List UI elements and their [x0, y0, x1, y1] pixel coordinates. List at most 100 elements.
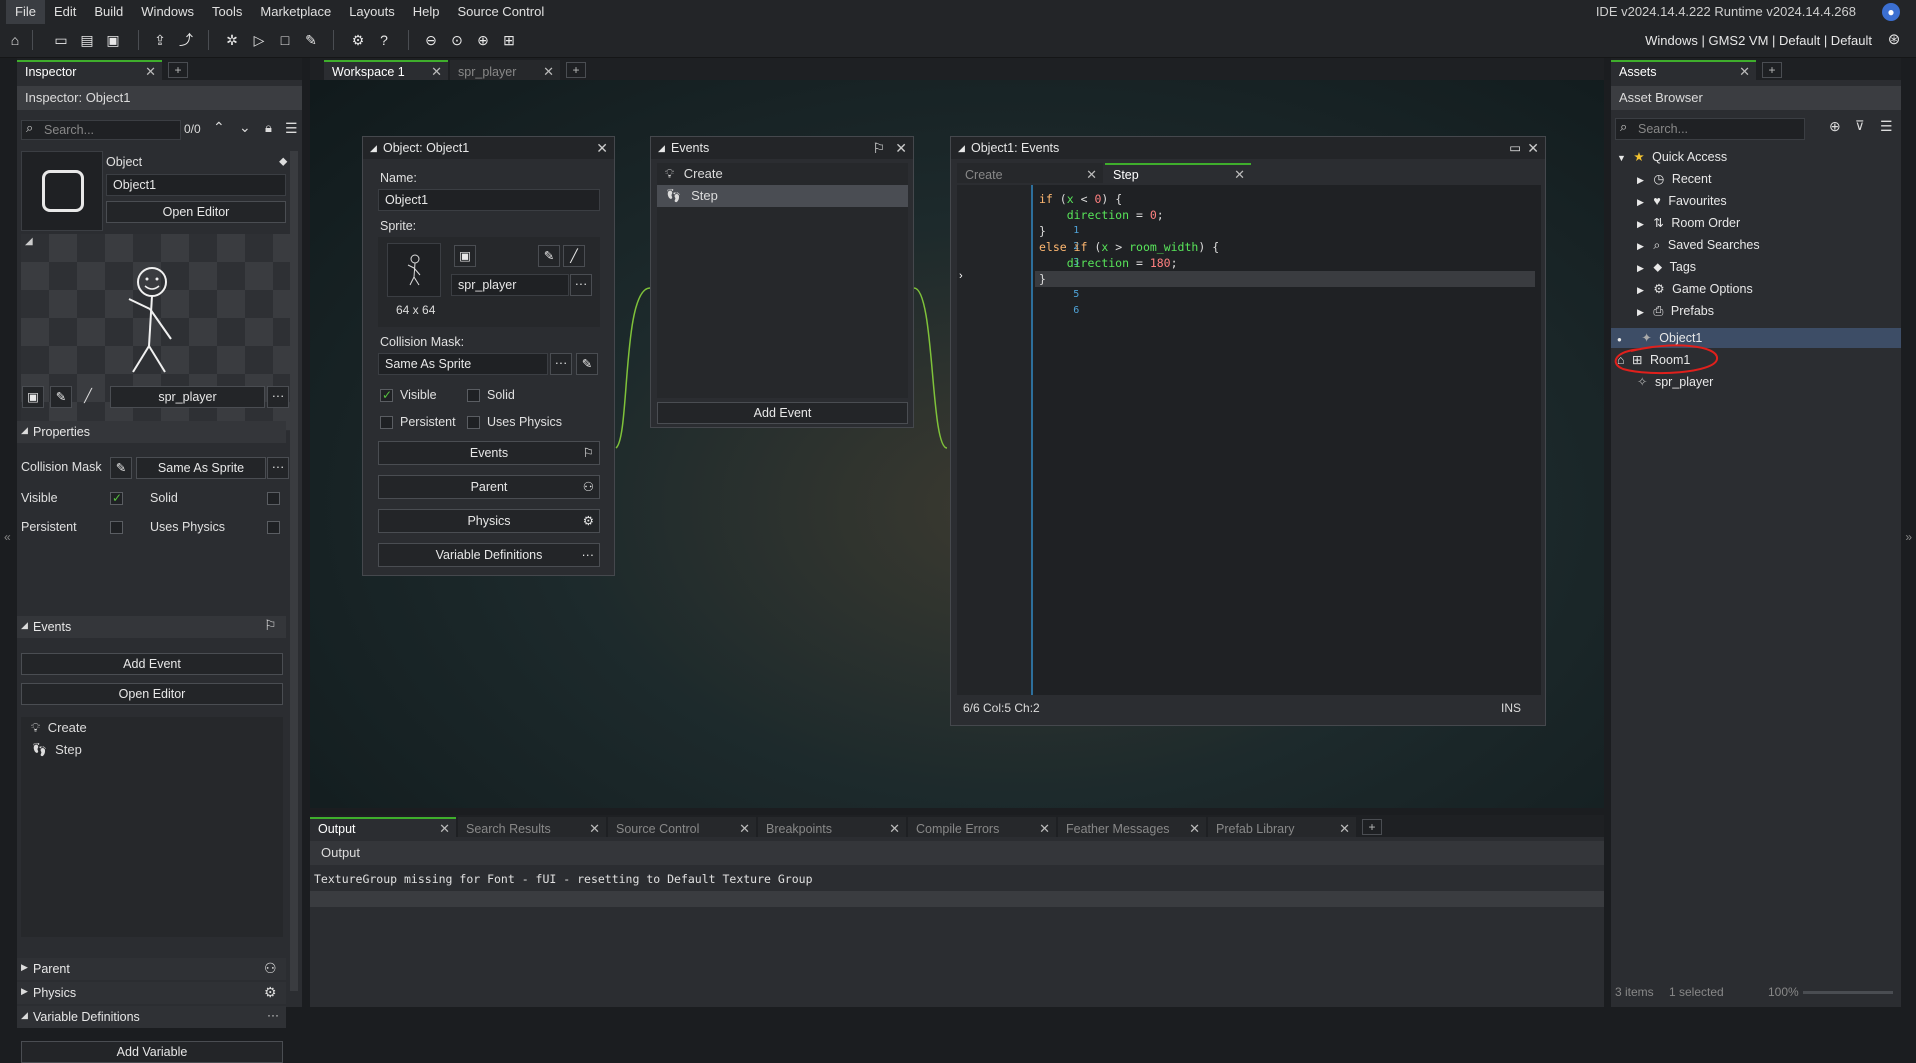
- maximize-icon[interactable]: ▭: [1509, 137, 1521, 159]
- close-icon[interactable]: ✕: [439, 819, 450, 839]
- chevron-down-icon[interactable]: ⌄: [239, 119, 251, 136]
- create-executable-icon[interactable]: ⇪: [150, 30, 170, 50]
- uses-physics-checkbox[interactable]: [467, 416, 480, 429]
- list-item[interactable]: 💡︎ Create: [657, 163, 908, 185]
- code-text[interactable]: if (x < 0) { direction = 0; } else if (x…: [1039, 191, 1219, 287]
- tab-compile-errors[interactable]: Compile Errors ✕: [908, 817, 1056, 837]
- open-project-icon[interactable]: ▤: [77, 30, 97, 50]
- mask-edit-icon[interactable]: ✎: [110, 457, 132, 479]
- sprite-edit-icon[interactable]: ✎: [50, 386, 72, 408]
- collapse-right-icon[interactable]: »: [1905, 530, 1912, 544]
- run-icon[interactable]: ▷: [249, 30, 269, 50]
- quick-item-prefabs[interactable]: ▶ ⎙ Prefabs: [1611, 301, 1901, 321]
- flag-icon[interactable]: ⚐: [264, 617, 277, 634]
- add-tab-button[interactable]: +: [1762, 62, 1782, 78]
- sprite-edit-icon[interactable]: ✎: [538, 245, 560, 267]
- menu-file[interactable]: File: [6, 0, 45, 24]
- menu-layouts[interactable]: Layouts: [340, 0, 404, 24]
- export-icon[interactable]: ⤴: [176, 30, 196, 50]
- close-icon[interactable]: ✕: [589, 819, 600, 839]
- close-icon[interactable]: ✕: [895, 137, 907, 159]
- quick-item-room-order[interactable]: ▶ ⇅ Room Order: [1611, 213, 1901, 233]
- tab-create[interactable]: Create ✕: [957, 163, 1103, 183]
- quick-item-recent[interactable]: ▶ ◷ Recent: [1611, 169, 1901, 189]
- mask-edit-icon[interactable]: ✎: [576, 353, 598, 375]
- quick-item-game-options[interactable]: ▶ ⚙ Game Options: [1611, 279, 1901, 299]
- variable-definitions-button[interactable]: Variable Definitions ···: [378, 543, 600, 567]
- flag-icon[interactable]: ⚐: [872, 137, 885, 159]
- code-window-header[interactable]: ◢ Object1: Events ▭ ✕: [951, 137, 1545, 159]
- menu-icon[interactable]: ☰: [285, 120, 298, 137]
- solid-checkbox[interactable]: [267, 492, 280, 505]
- tab-prefab-library[interactable]: Prefab Library ✕: [1208, 817, 1356, 837]
- tab-search-results[interactable]: Search Results ✕: [458, 817, 606, 837]
- tab-step[interactable]: Step ✕: [1105, 163, 1251, 183]
- tag-icon[interactable]: ⬥: [279, 154, 287, 169]
- sprite-select[interactable]: spr_player: [451, 274, 569, 296]
- zoom-in-icon[interactable]: ⊕: [473, 30, 493, 50]
- sprite-more-button[interactable]: ···: [570, 274, 592, 296]
- clean-icon[interactable]: ✎: [301, 30, 321, 50]
- brush-icon[interactable]: ╱: [77, 388, 99, 408]
- close-icon[interactable]: ✕: [596, 137, 608, 159]
- settings-icon[interactable]: ⚙: [348, 30, 368, 50]
- parent-button[interactable]: Parent ⚇: [378, 475, 600, 499]
- tab-breakpoints[interactable]: Breakpoints ✕: [758, 817, 906, 837]
- collision-mask-select[interactable]: Same As Sprite: [378, 353, 548, 375]
- persistent-checkbox[interactable]: [380, 416, 393, 429]
- sprite-more-button[interactable]: ···: [267, 386, 289, 408]
- close-icon[interactable]: ✕: [1339, 819, 1350, 839]
- add-asset-icon[interactable]: ⊕: [1829, 118, 1841, 135]
- events-button[interactable]: Events ⚐: [378, 441, 600, 465]
- events-window-header[interactable]: ◢ Events ⚐ ✕: [651, 137, 913, 159]
- menu-marketplace[interactable]: Marketplace: [251, 0, 340, 24]
- add-event-button[interactable]: Add Event: [21, 653, 283, 675]
- menu-edit[interactable]: Edit: [45, 0, 85, 24]
- quick-item-saved-searches[interactable]: ▶ ⌕ Saved Searches: [1611, 235, 1901, 255]
- uses-physics-checkbox[interactable]: [267, 521, 280, 534]
- chevron-up-icon[interactable]: ⌃: [213, 119, 225, 136]
- quick-item-tags[interactable]: ▶ ⬥ Tags: [1611, 257, 1901, 277]
- close-icon[interactable]: ✕: [739, 819, 750, 839]
- events-header[interactable]: Events: [17, 616, 286, 638]
- visible-checkbox[interactable]: [110, 491, 123, 505]
- tab-inspector[interactable]: Inspector ✕: [17, 60, 162, 80]
- menu-tools[interactable]: Tools: [203, 0, 251, 24]
- physics-button[interactable]: Physics ⚙: [378, 509, 600, 533]
- close-icon[interactable]: ✕: [1086, 165, 1097, 185]
- target-settings-icon[interactable]: ⊛: [1884, 30, 1904, 50]
- quick-item-favourites[interactable]: ▶ ♥ Favourites: [1611, 191, 1901, 211]
- menu-help[interactable]: Help: [404, 0, 449, 24]
- quick-access-folder[interactable]: ▼ ★ Quick Access: [1611, 147, 1901, 167]
- close-icon[interactable]: ✕: [1527, 137, 1539, 159]
- mask-more-button[interactable]: ···: [550, 353, 572, 375]
- parent-header[interactable]: Parent: [17, 958, 286, 980]
- visible-checkbox[interactable]: [380, 388, 393, 402]
- add-variable-button[interactable]: Add Variable: [21, 1041, 283, 1063]
- zoom-slider[interactable]: [1803, 991, 1893, 994]
- add-output-tab-button[interactable]: +: [1362, 819, 1382, 835]
- zoom-out-icon[interactable]: ⊖: [421, 30, 441, 50]
- list-item[interactable]: 💡︎ Create: [21, 717, 283, 739]
- list-item[interactable]: 👣︎ Step: [657, 185, 908, 207]
- sprite-new-icon[interactable]: ▣: [454, 245, 476, 267]
- debug-icon[interactable]: ✲: [222, 30, 242, 50]
- inspector-search-input[interactable]: Search...: [21, 120, 181, 140]
- persistent-checkbox[interactable]: [110, 521, 123, 534]
- close-icon[interactable]: ✕: [1234, 165, 1245, 185]
- properties-header[interactable]: Properties: [17, 421, 286, 443]
- more-icon[interactable]: ···: [267, 1008, 279, 1022]
- close-icon[interactable]: ✕: [145, 62, 156, 82]
- open-events-editor-button[interactable]: Open Editor: [21, 683, 283, 705]
- menu-build[interactable]: Build: [85, 0, 132, 24]
- asset-search-input[interactable]: Search...: [1615, 118, 1805, 140]
- stop-icon[interactable]: □: [275, 30, 295, 50]
- brush-icon[interactable]: ╱: [563, 245, 585, 267]
- open-editor-button[interactable]: Open Editor: [106, 201, 286, 223]
- lock-icon[interactable]: 🔒︎: [265, 120, 272, 136]
- sprite-new-icon[interactable]: ▣: [22, 386, 44, 408]
- target-selector[interactable]: Windows | GMS2 VM | Default | Default: [1645, 24, 1872, 58]
- close-icon[interactable]: ✕: [1189, 819, 1200, 839]
- menu-source-control[interactable]: Source Control: [449, 0, 554, 24]
- add-tab-button[interactable]: +: [168, 62, 188, 78]
